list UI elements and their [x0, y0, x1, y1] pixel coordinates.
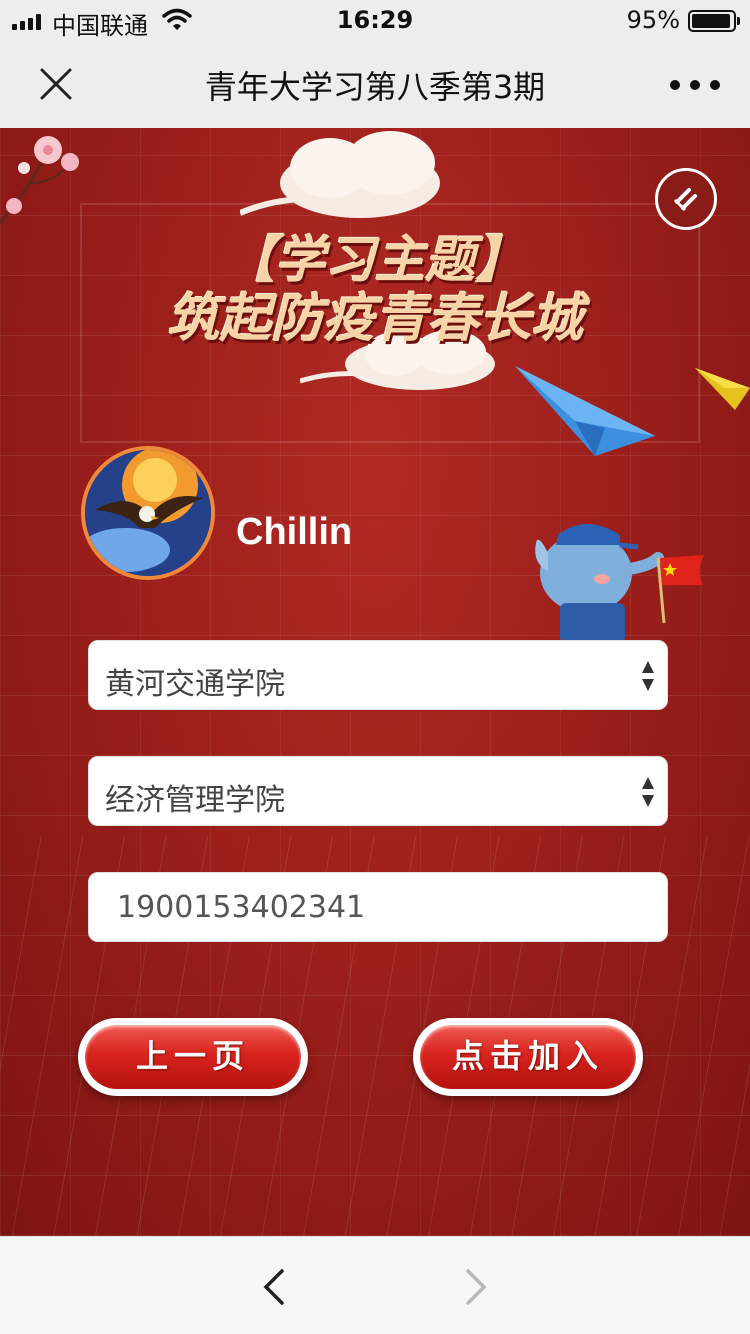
close-button[interactable]: [34, 62, 78, 106]
avatar: [81, 446, 215, 580]
page-title: 青年大学习第八季第3期: [204, 68, 546, 106]
id-number-input[interactable]: [89, 873, 667, 941]
chevron-left-icon: [263, 1269, 284, 1305]
chevron-right-icon: [466, 1269, 487, 1305]
select-arrows-icon: [642, 777, 654, 807]
join-label: 点击加入: [451, 1037, 604, 1075]
eagle-avatar-icon: [85, 450, 211, 576]
link-icon: [673, 188, 697, 212]
select-arrows-icon: [642, 661, 654, 691]
topic-title: 筑起防疫青春长城: [166, 288, 583, 349]
paper-plane-icon: [515, 366, 655, 456]
battery-icon: [688, 10, 740, 32]
activity-page: 【学习主题】 筑起防疫青春长城 Chillin 黄河交通学院 经济管理学院 19…: [0, 128, 750, 1236]
cloud-decoration-icon: [240, 131, 440, 218]
school-select-value: 黄河交通学院: [105, 667, 285, 702]
previous-page-button[interactable]: 上一页: [78, 1018, 308, 1096]
battery-percentage: 95%: [626, 6, 680, 34]
paper-plane-icon: [695, 368, 750, 410]
college-select-value: 经济管理学院: [105, 783, 285, 818]
school-select[interactable]: 黄河交通学院: [88, 640, 668, 710]
navigation-bar: 青年大学习第八季第3期: [0, 40, 750, 128]
browser-toolbar: [0, 1236, 750, 1334]
status-bar: 中国联通 16:29 95%: [0, 0, 750, 40]
elephant-mascot-icon: [535, 524, 704, 643]
close-icon: [40, 68, 72, 100]
id-number-field[interactable]: [88, 872, 668, 942]
more-dots-icon: [670, 80, 680, 90]
username: Chillin: [236, 511, 353, 553]
forward-button[interactable]: [460, 1267, 492, 1311]
previous-page-label: 上一页: [135, 1037, 250, 1075]
more-options-button[interactable]: [670, 70, 720, 100]
join-button[interactable]: 点击加入: [413, 1018, 643, 1096]
back-button[interactable]: [258, 1267, 290, 1311]
plum-blossom-icon: [0, 136, 79, 224]
college-select[interactable]: 经济管理学院: [88, 756, 668, 826]
